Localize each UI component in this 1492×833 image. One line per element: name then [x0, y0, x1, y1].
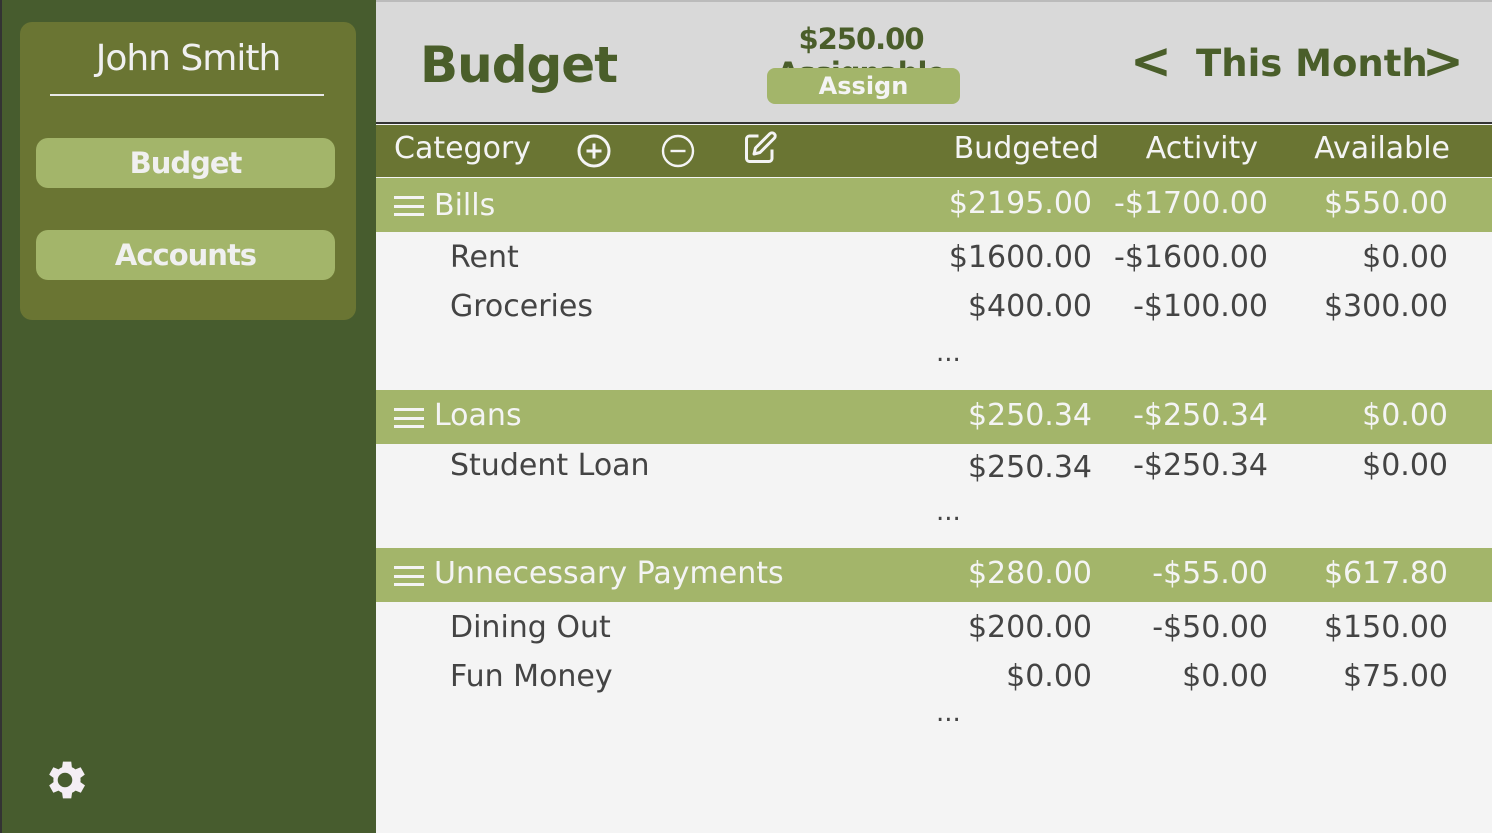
divider [50, 94, 324, 96]
category-activity: $0.00 [1182, 659, 1268, 694]
group-name: Bills [434, 188, 496, 223]
more-indicator[interactable]: ... [936, 338, 961, 368]
column-budgeted: Budgeted [953, 131, 1099, 166]
nav-budget-button[interactable]: Budget [36, 138, 335, 188]
category-name: Student Loan [450, 448, 650, 483]
group-row[interactable]: Unnecessary Payments $280.00 -$55.00 $61… [376, 548, 1492, 602]
group-budgeted: $280.00 [967, 556, 1092, 591]
drag-handle-icon[interactable] [394, 196, 424, 216]
group-available: $0.00 [1362, 398, 1448, 433]
group-available: $617.80 [1323, 556, 1448, 591]
group-activity: -$250.34 [1133, 398, 1268, 433]
period-label: This Month [1196, 42, 1428, 85]
assign-button[interactable]: Assign [767, 68, 960, 104]
category-row[interactable]: Dining Out $200.00 -$50.00 $150.00 [376, 610, 1492, 650]
drag-handle-icon[interactable] [394, 408, 424, 428]
group-name: Loans [434, 398, 522, 433]
category-activity: -$1600.00 [1114, 240, 1268, 275]
column-header: Category Budgeted Activity Available [376, 125, 1492, 177]
category-budgeted[interactable]: $400.00 [968, 289, 1092, 324]
category-available: $150.00 [1323, 610, 1448, 645]
header: Budget $250.00 Assignable Assign < This … [376, 0, 1492, 124]
prev-month-button[interactable]: < [1130, 32, 1172, 90]
sidebar: John Smith Budget Accounts [0, 0, 376, 833]
category-row[interactable]: Student Loan $250.34 -$250.34 $0.00 [376, 448, 1492, 488]
category-row[interactable]: Rent $1600.00 -$1600.00 $0.00 [376, 240, 1492, 280]
category-activity: -$100.00 [1133, 289, 1268, 324]
column-activity: Activity [1145, 131, 1258, 166]
user-panel: John Smith Budget Accounts [20, 22, 356, 320]
nav-accounts-button[interactable]: Accounts [36, 230, 335, 280]
more-indicator[interactable]: ... [936, 698, 961, 728]
category-budgeted[interactable]: $1600.00 [949, 240, 1092, 275]
plus-circle-icon[interactable] [576, 133, 612, 169]
category-name: Groceries [450, 289, 593, 324]
category-available: $75.00 [1343, 659, 1448, 694]
category-available: $0.00 [1362, 240, 1448, 275]
group-budgeted: $250.34 [967, 398, 1092, 433]
category-name: Fun Money [450, 659, 613, 694]
group-activity: -$1700.00 [1114, 186, 1268, 221]
category-row[interactable]: Fun Money $0.00 $0.00 $75.00 [376, 659, 1492, 699]
category-available: $300.00 [1323, 289, 1448, 324]
category-activity: -$250.34 [1133, 448, 1268, 483]
next-month-button[interactable]: > [1422, 32, 1464, 90]
group-name: Unnecessary Payments [434, 556, 784, 591]
category-name: Dining Out [450, 610, 611, 645]
group-available: $550.00 [1323, 186, 1448, 221]
category-budgeted[interactable]: $250.34 [968, 450, 1092, 485]
group-budgeted: $2195.00 [948, 186, 1092, 221]
category-name: Rent [450, 240, 519, 275]
page-title: Budget [420, 36, 618, 94]
drag-handle-icon[interactable] [394, 566, 424, 586]
category-budgeted[interactable]: $200.00 [968, 610, 1092, 645]
category-budgeted[interactable]: $0.00 [1006, 659, 1092, 694]
column-category: Category [394, 131, 532, 166]
gear-icon[interactable] [40, 755, 90, 805]
category-activity: -$50.00 [1152, 610, 1268, 645]
category-row[interactable]: Groceries $400.00 -$100.00 $300.00 [376, 289, 1492, 329]
category-available: $0.00 [1362, 448, 1448, 483]
more-indicator[interactable]: ... [936, 497, 961, 527]
group-row[interactable]: Loans $250.34 -$250.34 $0.00 [376, 390, 1492, 444]
group-activity: -$55.00 [1152, 556, 1268, 591]
column-available: Available [1314, 131, 1450, 166]
minus-circle-icon[interactable] [660, 133, 696, 169]
edit-icon[interactable] [742, 130, 778, 166]
user-name: John Smith [95, 38, 282, 79]
group-row[interactable]: Bills $2195.00 -$1700.00 $550.00 [376, 178, 1492, 232]
